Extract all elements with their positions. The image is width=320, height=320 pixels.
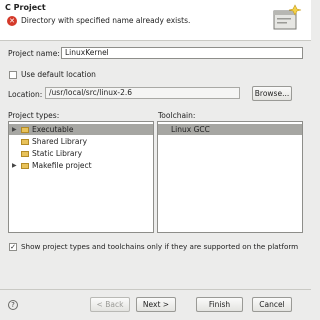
project-name-label: Project name: xyxy=(8,49,60,58)
project-types-label: Project types: xyxy=(8,111,60,120)
use-default-location-label: Use default location xyxy=(21,70,96,79)
tree-item-label: Static Library xyxy=(32,149,83,158)
expand-arrow-icon[interactable]: ▶ xyxy=(12,124,17,135)
tree-item-label: Makefile project xyxy=(32,161,92,170)
toolchain-item-label: Linux GCC xyxy=(171,125,210,134)
tree-item-label: Shared Library xyxy=(32,137,88,146)
project-name-input[interactable]: LinuxKernel xyxy=(61,47,303,59)
help-icon[interactable]: ? xyxy=(8,300,18,310)
toolchain-label: Toolchain: xyxy=(158,111,196,120)
browse-button[interactable]: Browse... xyxy=(252,86,292,101)
back-button[interactable]: < Back xyxy=(90,297,130,312)
cancel-button[interactable]: Cancel xyxy=(252,297,292,312)
folder-icon xyxy=(21,139,29,145)
use-default-location-checkbox[interactable] xyxy=(9,71,17,79)
show-supported-only-label: Show project types and toolchains only i… xyxy=(21,242,299,251)
divider xyxy=(0,289,311,290)
tree-item-label: Executable xyxy=(32,125,74,134)
expand-arrow-icon[interactable]: ▶ xyxy=(12,160,17,171)
tree-item-makefile-project[interactable]: ▶ Makefile project xyxy=(9,160,153,171)
error-message: Directory with specified name already ex… xyxy=(21,16,191,25)
location-label: Location: xyxy=(8,90,43,99)
folder-icon xyxy=(21,151,29,157)
dialog-title: C Project xyxy=(5,3,46,12)
tree-item-executable[interactable]: ▶ Executable xyxy=(9,124,153,135)
finish-button[interactable]: Finish xyxy=(196,297,243,312)
error-icon: ✕ xyxy=(7,16,17,26)
tree-item-static-library[interactable]: Static Library xyxy=(9,148,153,159)
toolchain-item-linux-gcc[interactable]: Linux GCC xyxy=(158,124,302,135)
next-button[interactable]: Next > xyxy=(136,297,176,312)
dialog-header: C Project ✕ Directory with specified nam… xyxy=(0,0,311,41)
location-input[interactable]: /usr/local/src/linux-2.6 xyxy=(45,87,240,99)
folder-icon xyxy=(21,127,29,133)
project-types-tree[interactable]: ▶ Executable Shared Library Static Libra… xyxy=(8,121,154,233)
tree-item-shared-library[interactable]: Shared Library xyxy=(9,136,153,147)
folder-icon xyxy=(21,163,29,169)
wizard-banner-icon xyxy=(273,4,302,30)
toolchain-list[interactable]: Linux GCC xyxy=(157,121,303,233)
show-supported-only-checkbox[interactable]: ✓ xyxy=(9,243,17,251)
